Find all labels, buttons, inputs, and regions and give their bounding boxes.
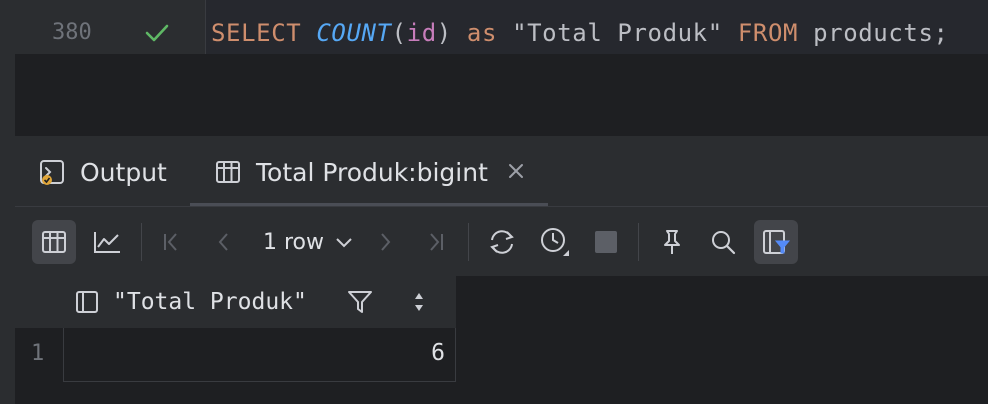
- pin-icon[interactable]: [650, 220, 694, 264]
- toolbar-separator: [638, 223, 639, 261]
- sql-open-paren: (: [391, 19, 407, 47]
- result-toolbar: 1 row: [15, 206, 988, 276]
- chevron-down-icon: [334, 232, 354, 252]
- console-output-icon: [38, 158, 66, 186]
- row-count-dropdown[interactable]: 1 row: [263, 220, 354, 264]
- column-header-label: "Total Produk": [113, 289, 307, 315]
- cell-value: 6: [431, 340, 445, 366]
- sql-editor[interactable]: 380 SELECT COUNT(id) as "Total Produk" F…: [0, 0, 988, 136]
- filter-view-icon[interactable]: [754, 220, 798, 264]
- editor-left-strip: [0, 0, 15, 136]
- row-count-label: 1 row: [263, 229, 325, 255]
- history-icon[interactable]: [533, 220, 577, 264]
- column-icon: [75, 290, 99, 314]
- gutter-separator: [205, 0, 206, 54]
- stop-icon[interactable]: [584, 220, 628, 264]
- sql-table-name: products;: [813, 19, 949, 47]
- line-number: 380: [52, 20, 92, 45]
- services-tabs-bar: Output Total Produk:bigint: [0, 138, 988, 206]
- column-header[interactable]: "Total Produk": [63, 276, 456, 328]
- sql-function-count: COUNT: [316, 19, 392, 47]
- toolbar-separator: [468, 223, 469, 261]
- tab-output-label: Output: [80, 157, 167, 187]
- editor-gutter: [15, 0, 205, 54]
- sql-alias: "Total Produk": [512, 19, 723, 47]
- last-page-icon[interactable]: [413, 220, 457, 264]
- table-view-icon[interactable]: [32, 220, 76, 264]
- tab-result-total-produk[interactable]: Total Produk:bigint: [214, 138, 488, 206]
- toolbar-separator: [141, 223, 142, 261]
- sql-query-line[interactable]: SELECT COUNT(id) as "Total Produk" FROM …: [211, 19, 949, 47]
- grid-corner[interactable]: [15, 276, 63, 328]
- next-page-icon[interactable]: [363, 220, 407, 264]
- table-icon: [214, 158, 242, 186]
- sql-keyword-select: SELECT: [211, 19, 302, 47]
- sql-column-id: id: [406, 19, 437, 47]
- sql-keyword-from: FROM: [737, 19, 799, 47]
- filter-icon[interactable]: [346, 288, 374, 316]
- first-page-icon[interactable]: [150, 220, 194, 264]
- tab-result-label: Total Produk:bigint: [256, 157, 488, 187]
- sql-close-paren: ): [436, 19, 452, 47]
- row-number[interactable]: 1: [31, 341, 44, 366]
- close-icon[interactable]: [505, 160, 527, 182]
- result-grid[interactable]: "Total Produk" 1 6: [15, 276, 988, 404]
- tab-output[interactable]: Output: [38, 138, 167, 206]
- table-cell[interactable]: 6: [63, 328, 456, 382]
- sql-keyword-as: as: [466, 19, 498, 47]
- previous-page-icon[interactable]: [202, 220, 246, 264]
- check-icon: [144, 22, 170, 44]
- sort-icon[interactable]: [411, 290, 427, 314]
- chart-view-icon[interactable]: [85, 220, 129, 264]
- reload-icon[interactable]: [480, 220, 524, 264]
- search-icon[interactable]: [701, 220, 745, 264]
